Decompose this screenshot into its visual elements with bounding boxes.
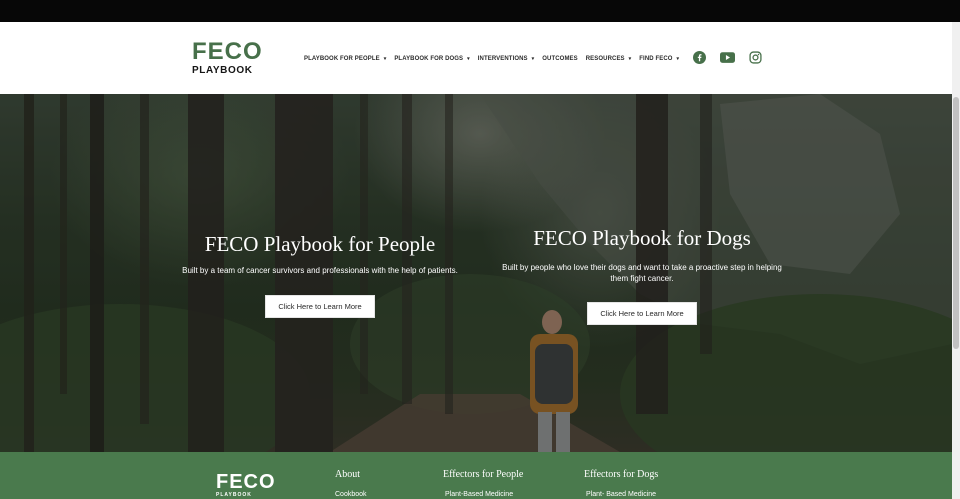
footer-heading: About: [335, 469, 360, 480]
chevron-down-icon: ▾: [676, 56, 680, 62]
nav-item-label: OUTCOMES: [542, 56, 578, 62]
nav-item-interventions[interactable]: INTERVENTIONS ▾: [478, 56, 535, 62]
chevron-down-icon: ▾: [467, 56, 470, 62]
footer-heading: Effectors for People: [443, 469, 524, 480]
social-links: [692, 50, 776, 65]
hero-dogs-description-line1: Built by people who love their dogs and …: [502, 263, 782, 272]
footer-link-cookbook[interactable]: Cookbook: [335, 491, 367, 498]
hero-banner: FECO Playbook for People Built by a team…: [0, 94, 952, 452]
scrollbar-thumb[interactable]: [953, 97, 959, 349]
hero-people-description: Built by a team of cancer survivors and …: [182, 266, 458, 275]
nav-item-outcomes[interactable]: OUTCOMES: [542, 56, 577, 62]
hero-dogs-description: Built by people who love their dogs and …: [472, 262, 812, 284]
people-learn-more-button[interactable]: Click Here to Learn More: [265, 295, 375, 318]
top-black-bar: [0, 0, 960, 22]
site-logo[interactable]: FECO PLAYBOOK: [192, 38, 263, 77]
nav-item-playbook-for-people[interactable]: PLAYBOOK FOR PEOPLE ▾: [304, 56, 386, 62]
dogs-learn-more-button[interactable]: Click Here to Learn More: [587, 302, 697, 325]
footer-logo-wordmark: FECO: [216, 471, 276, 493]
main-nav: PLAYBOOK FOR PEOPLE ▾ PLAYBOOK FOR DOGS …: [304, 53, 687, 65]
nav-item-label: PLAYBOOK FOR DOGS: [394, 56, 464, 62]
footer-column-effectors-dogs: Effectors for Dogs Plant- Based Medicine: [584, 469, 658, 498]
nav-item-label: PLAYBOOK FOR PEOPLE: [304, 56, 380, 62]
logo-subtitle: PLAYBOOK: [192, 65, 253, 76]
chevron-down-icon: ▾: [531, 56, 535, 62]
nav-item-label: RESOURCES: [585, 56, 625, 62]
site-header: FECO PLAYBOOK PLAYBOOK FOR PEOPLE ▾ PLAY…: [0, 22, 952, 94]
footer-heading: Effectors for Dogs: [584, 469, 659, 480]
nav-item-label: INTERVENTIONS: [477, 56, 528, 62]
hero-people-block: FECO Playbook for People Built by a team…: [150, 232, 490, 318]
site-footer: FECO PLAYBOOK About Cookbook Effectors f…: [0, 452, 952, 499]
nav-item-label: FIND FECO: [639, 56, 673, 62]
nav-item-find-feco[interactable]: FIND FECO ▾: [639, 56, 679, 62]
facebook-icon[interactable]: [692, 50, 707, 65]
chevron-down-icon: ▾: [628, 56, 632, 62]
hero-dogs-description-line2: them fight cancer.: [610, 274, 674, 283]
hero-dogs-title: FECO Playbook for Dogs: [533, 226, 751, 250]
hero-people-title: FECO Playbook for People: [204, 232, 436, 256]
footer-link-plant-based-medicine-dogs[interactable]: Plant- Based Medicine: [586, 491, 658, 498]
youtube-icon[interactable]: [720, 50, 735, 65]
nav-item-resources[interactable]: RESOURCES ▾: [586, 56, 632, 62]
footer-column-about: About Cookbook: [335, 469, 367, 498]
footer-link-plant-based-medicine[interactable]: Plant-Based Medicine: [445, 491, 523, 498]
footer-column-effectors-people: Effectors for People Plant-Based Medicin…: [443, 469, 523, 498]
chevron-down-icon: ▾: [383, 56, 387, 62]
footer-logo[interactable]: FECO PLAYBOOK: [216, 472, 276, 498]
nav-item-playbook-for-dogs[interactable]: PLAYBOOK FOR DOGS ▾: [394, 56, 469, 62]
hero-dogs-block: FECO Playbook for Dogs Built by people w…: [472, 226, 812, 325]
instagram-icon[interactable]: [748, 50, 763, 65]
logo-wordmark: FECO: [192, 38, 263, 65]
